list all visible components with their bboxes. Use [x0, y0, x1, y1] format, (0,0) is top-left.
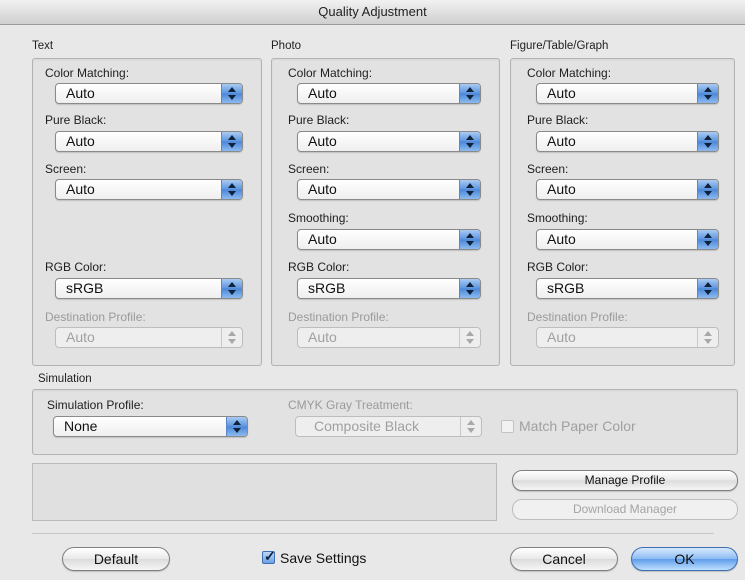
figure-pure-black-popup[interactable]: Auto	[536, 131, 719, 152]
figure-color-matching-popup[interactable]: Auto	[536, 83, 719, 104]
popup-value: Auto	[547, 133, 576, 149]
figure-panel: Color Matching: Auto Pure Black: Auto Sc…	[510, 58, 735, 366]
popup-value: sRGB	[308, 280, 346, 296]
figure-screen-popup[interactable]: Auto	[536, 179, 719, 200]
save-settings-checkbox[interactable]: ✓	[262, 548, 276, 564]
text-screen-label: Screen:	[45, 162, 87, 176]
group-label-text: Text	[32, 40, 54, 52]
up-down-arrows-icon	[697, 328, 718, 347]
up-down-arrows-icon	[221, 180, 242, 199]
group-label-simulation: Simulation	[38, 373, 92, 385]
photo-color-matching-popup[interactable]: Auto	[297, 83, 481, 104]
popup-value: sRGB	[547, 280, 585, 296]
photo-rgb-color-popup[interactable]: sRGB	[297, 278, 481, 299]
popup-value: Auto	[308, 181, 337, 197]
window-title: Quality Adjustment	[0, 0, 745, 25]
popup-value: sRGB	[66, 280, 104, 296]
simulation-panel: Simulation Profile: None CMYK Gray Treat…	[32, 389, 738, 455]
manage-profile-button[interactable]: Manage Profile	[512, 470, 738, 491]
text-color-matching-label: Color Matching:	[45, 66, 130, 80]
photo-destination-profile-label: Destination Profile:	[288, 310, 389, 324]
photo-rgb-color-label: RGB Color:	[288, 260, 350, 274]
up-down-arrows-icon	[221, 132, 242, 151]
up-down-arrows-icon	[697, 180, 718, 199]
photo-smoothing-label: Smoothing:	[288, 211, 349, 225]
up-down-arrows-icon	[459, 230, 480, 249]
popup-value: Auto	[66, 181, 95, 197]
save-settings-label[interactable]: Save Settings	[280, 550, 366, 566]
default-button[interactable]: Default	[62, 547, 170, 571]
up-down-arrows-icon	[459, 132, 480, 151]
figure-pure-black-label: Pure Black:	[527, 113, 589, 127]
cmyk-gray-treatment-popup: Composite Black	[295, 416, 482, 437]
up-down-arrows-icon	[459, 84, 480, 103]
popup-value: Auto	[66, 133, 95, 149]
text-color-matching-popup[interactable]: Auto	[55, 83, 243, 104]
popup-value: Auto	[547, 181, 576, 197]
info-area	[32, 463, 497, 521]
photo-smoothing-popup[interactable]: Auto	[297, 229, 481, 250]
figure-rgb-color-popup[interactable]: sRGB	[536, 278, 719, 299]
group-label-photo: Photo	[271, 40, 302, 52]
up-down-arrows-icon	[697, 230, 718, 249]
text-rgb-color-label: RGB Color:	[45, 260, 107, 274]
popup-value: None	[64, 418, 98, 434]
up-down-arrows-icon	[221, 328, 242, 347]
popup-value: Auto	[66, 329, 95, 345]
text-panel: Color Matching: Auto Pure Black: Auto Sc…	[32, 58, 262, 366]
photo-destination-profile-popup: Auto	[297, 327, 481, 348]
divider	[32, 533, 714, 534]
figure-rgb-color-label: RGB Color:	[527, 260, 589, 274]
simulation-profile-popup[interactable]: None	[53, 416, 248, 437]
text-rgb-color-popup[interactable]: sRGB	[55, 278, 243, 299]
figure-destination-profile-label: Destination Profile:	[527, 310, 628, 324]
download-manager-button: Download Manager	[512, 499, 738, 520]
cmyk-gray-treatment-label: CMYK Gray Treatment:	[288, 398, 413, 412]
simulation-profile-label: Simulation Profile:	[47, 398, 144, 412]
text-pure-black-label: Pure Black:	[45, 113, 107, 127]
text-destination-profile-popup: Auto	[55, 327, 243, 348]
figure-smoothing-popup[interactable]: Auto	[536, 229, 719, 250]
photo-pure-black-popup[interactable]: Auto	[297, 131, 481, 152]
ok-button[interactable]: OK	[631, 547, 738, 571]
up-down-arrows-icon	[697, 84, 718, 103]
up-down-arrows-icon	[459, 180, 480, 199]
up-down-arrows-icon	[221, 279, 242, 298]
up-down-arrows-icon	[460, 417, 481, 436]
popup-value: Auto	[308, 85, 337, 101]
photo-panel: Color Matching: Auto Pure Black: Auto Sc…	[271, 58, 500, 366]
cancel-button[interactable]: Cancel	[510, 547, 618, 571]
text-screen-popup[interactable]: Auto	[55, 179, 243, 200]
up-down-arrows-icon	[226, 417, 247, 436]
figure-color-matching-label: Color Matching:	[527, 66, 612, 80]
match-paper-color-checkbox	[501, 420, 514, 433]
checkmark-icon: ✓	[264, 548, 276, 564]
group-label-figure: Figure/Table/Graph	[510, 40, 609, 52]
photo-pure-black-label: Pure Black:	[288, 113, 350, 127]
up-down-arrows-icon	[697, 132, 718, 151]
popup-value: Auto	[308, 133, 337, 149]
text-pure-black-popup[interactable]: Auto	[55, 131, 243, 152]
popup-value: Auto	[547, 329, 576, 345]
popup-value: Auto	[547, 231, 576, 247]
figure-screen-label: Screen:	[527, 162, 569, 176]
figure-smoothing-label: Smoothing:	[527, 211, 588, 225]
photo-screen-label: Screen:	[288, 162, 330, 176]
popup-value: Auto	[308, 231, 337, 247]
up-down-arrows-icon	[697, 279, 718, 298]
popup-value: Composite Black	[314, 418, 420, 434]
photo-color-matching-label: Color Matching:	[288, 66, 373, 80]
popup-value: Auto	[547, 85, 576, 101]
photo-screen-popup[interactable]: Auto	[297, 179, 481, 200]
up-down-arrows-icon	[459, 279, 480, 298]
up-down-arrows-icon	[221, 84, 242, 103]
text-destination-profile-label: Destination Profile:	[45, 310, 146, 324]
up-down-arrows-icon	[459, 328, 480, 347]
figure-destination-profile-popup: Auto	[536, 327, 719, 348]
popup-value: Auto	[66, 85, 95, 101]
popup-value: Auto	[308, 329, 337, 345]
match-paper-color-label: Match Paper Color	[519, 418, 636, 434]
dialog-content: Text Color Matching: Auto Pure Black: Au…	[0, 25, 745, 580]
